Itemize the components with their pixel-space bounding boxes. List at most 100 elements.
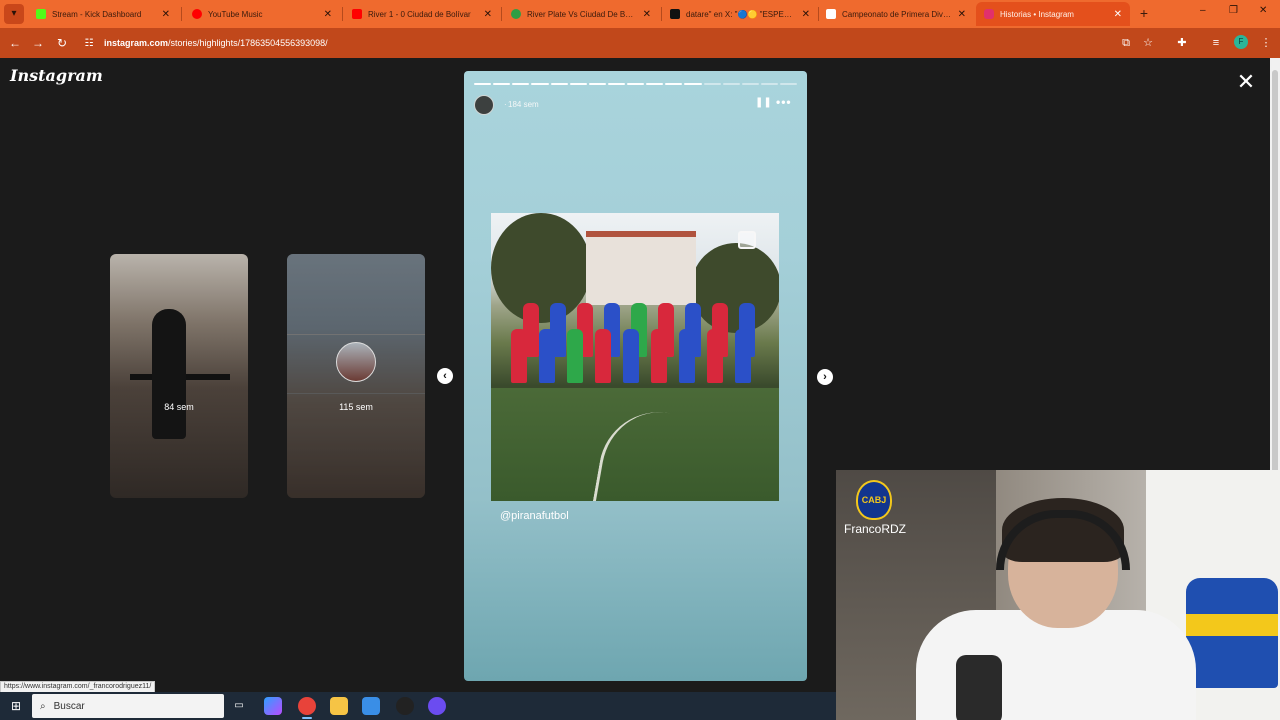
copilot-icon[interactable] bbox=[264, 697, 282, 715]
progress-segment bbox=[607, 83, 625, 85]
tab-close-icon[interactable]: ✕ bbox=[958, 9, 966, 20]
tab-instagram[interactable]: Historias • Instagram ✕ bbox=[976, 2, 1130, 26]
tab-close-icon[interactable]: ✕ bbox=[484, 9, 492, 20]
story-progress-bar bbox=[474, 83, 798, 85]
thumbnail-age-label: 115 sem bbox=[339, 402, 373, 412]
chrome-taskbar-icon[interactable] bbox=[298, 697, 316, 719]
tab-youtube-music[interactable]: YouTube Music ✕ bbox=[184, 2, 340, 26]
player bbox=[539, 329, 555, 383]
boca-crest-icon: CABJ bbox=[856, 480, 892, 520]
tab-title: Historias • Instagram bbox=[1000, 9, 1074, 19]
discord-icon[interactable] bbox=[428, 697, 446, 715]
file-explorer-icon[interactable] bbox=[330, 697, 348, 715]
kick-favicon-icon bbox=[36, 9, 46, 19]
back-icon[interactable]: ← bbox=[6, 34, 24, 52]
player bbox=[735, 329, 751, 383]
microsoft-store-icon[interactable] bbox=[362, 697, 380, 715]
tab-close-icon[interactable]: ✕ bbox=[324, 9, 332, 20]
tab-river-vs[interactable]: River Plate Vs Ciudad De Bolívar ✕ bbox=[503, 2, 659, 26]
tab-wikipedia[interactable]: Campeonato de Primera División ✕ bbox=[818, 2, 974, 26]
task-view-icon[interactable]: ▭ bbox=[230, 697, 248, 715]
photo-building bbox=[586, 237, 696, 305]
new-tab-button[interactable]: + bbox=[1136, 4, 1152, 22]
progress-segment bbox=[627, 83, 645, 85]
progress-segment bbox=[493, 83, 511, 85]
separator-dot: · bbox=[504, 100, 507, 109]
player bbox=[651, 329, 667, 383]
reload-icon[interactable]: ↻ bbox=[53, 34, 71, 52]
soccer-favicon-icon bbox=[511, 9, 521, 19]
tab-close-icon[interactable]: ✕ bbox=[802, 9, 810, 20]
progress-segment bbox=[760, 83, 778, 85]
hanging-jersey bbox=[1186, 578, 1278, 688]
window-close-button[interactable]: ✕ bbox=[1259, 5, 1267, 16]
tab-close-icon[interactable]: ✕ bbox=[643, 9, 651, 20]
progress-segment bbox=[646, 83, 664, 85]
progress-segment bbox=[550, 83, 568, 85]
player bbox=[679, 329, 695, 383]
youtube-favicon-icon bbox=[352, 9, 362, 19]
player bbox=[567, 329, 583, 383]
jersey-stripe bbox=[1186, 614, 1278, 636]
site-info-icon[interactable]: ☷ bbox=[80, 38, 98, 49]
tab-close-icon[interactable]: ✕ bbox=[162, 9, 170, 20]
progress-segment bbox=[569, 83, 587, 85]
address-bar[interactable]: ☷ instagram.com/stories/highlights/17863… bbox=[80, 32, 1170, 54]
taskbar-search[interactable]: ⌕ Buscar bbox=[32, 694, 224, 718]
player bbox=[511, 329, 527, 383]
obs-icon[interactable] bbox=[396, 697, 414, 715]
tab-title: YouTube Music bbox=[208, 9, 263, 19]
sticker-icon[interactable] bbox=[738, 231, 756, 249]
player bbox=[595, 329, 611, 383]
instagram-logo[interactable]: Instagram bbox=[10, 66, 103, 85]
webcam-overlay: CABJ FrancoRDZ bbox=[836, 470, 1280, 720]
tab-separator bbox=[501, 7, 502, 21]
close-story-icon[interactable]: ✕ bbox=[1234, 70, 1258, 94]
tab-title: datare" en X: "🔵🟡 "ESPERAN bbox=[686, 9, 796, 19]
player bbox=[623, 329, 639, 383]
previous-story-arrow-icon[interactable]: ‹ bbox=[437, 368, 453, 384]
progress-segment bbox=[684, 83, 702, 85]
youtube-music-favicon-icon bbox=[192, 9, 202, 19]
tab-close-icon[interactable]: ✕ bbox=[1114, 9, 1122, 20]
url-text: instagram.com/stories/highlights/1786350… bbox=[104, 38, 328, 48]
url-path: /stories/highlights/17863504556393098/ bbox=[168, 38, 328, 48]
tab-kick[interactable]: Stream - Kick Dashboard ✕ bbox=[28, 2, 178, 26]
wikipedia-favicon-icon bbox=[826, 9, 836, 19]
player bbox=[707, 329, 723, 383]
story-header: · 184 sem ❚❚ ••• bbox=[474, 95, 797, 115]
search-placeholder: Buscar bbox=[53, 700, 85, 712]
x-favicon-icon bbox=[670, 9, 680, 19]
bookmark-star-icon[interactable]: ☆ bbox=[1140, 35, 1156, 51]
progress-segment bbox=[703, 83, 721, 85]
install-app-icon[interactable]: ⧉ bbox=[1118, 35, 1134, 51]
water-bottle bbox=[956, 655, 1002, 720]
profile-avatar[interactable]: F bbox=[1234, 35, 1248, 49]
tab-youtube-river[interactable]: River 1 - 0 Ciudad de Bolívar ✕ bbox=[344, 2, 500, 26]
progress-segment bbox=[722, 83, 740, 85]
media-controls-icon[interactable]: ≡ bbox=[1208, 35, 1224, 51]
more-options-icon[interactable]: ••• bbox=[776, 95, 792, 109]
forward-icon[interactable]: → bbox=[29, 34, 47, 52]
tab-separator bbox=[181, 7, 182, 21]
tab-title: Stream - Kick Dashboard bbox=[52, 9, 142, 19]
previous-story-thumbnail[interactable]: 115 sem bbox=[287, 254, 425, 498]
minimize-button[interactable]: – bbox=[1200, 5, 1206, 16]
progress-segment bbox=[512, 83, 530, 85]
chrome-menu-icon[interactable]: ⋮ bbox=[1258, 35, 1274, 51]
tab-x[interactable]: datare" en X: "🔵🟡 "ESPERAN ✕ bbox=[662, 2, 818, 26]
progress-segment bbox=[531, 83, 549, 85]
story-author-avatar[interactable] bbox=[474, 95, 494, 115]
progress-segment bbox=[665, 83, 683, 85]
windows-start-icon[interactable]: ⊞ bbox=[8, 698, 24, 714]
search-icon: ⌕ bbox=[40, 700, 46, 712]
next-story-arrow-icon[interactable]: › bbox=[817, 369, 833, 385]
previous-story-thumbnail[interactable]: 84 sem bbox=[110, 254, 248, 498]
windows-taskbar: ⊞ ⌕ Buscar ▭ bbox=[0, 692, 836, 720]
tab-search-button[interactable]: ▾ bbox=[4, 4, 24, 24]
story-viewer[interactable]: · 184 sem ❚❚ ••• @piranafutbol bbox=[464, 71, 807, 681]
extensions-icon[interactable]: ✚ bbox=[1174, 35, 1190, 51]
pause-icon[interactable]: ❚❚ bbox=[755, 97, 772, 108]
mention-sticker[interactable]: @piranafutbol bbox=[500, 510, 569, 522]
restore-button[interactable]: ❐ bbox=[1229, 5, 1238, 16]
